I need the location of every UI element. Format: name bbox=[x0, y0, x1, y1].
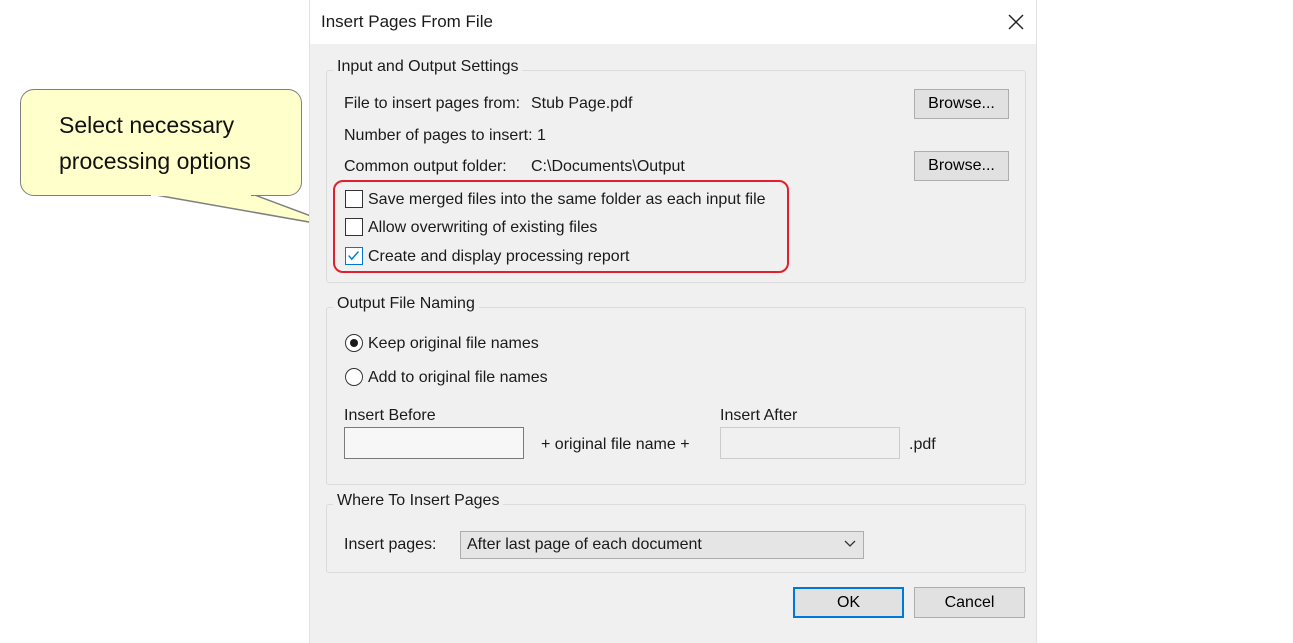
browse-output-button[interactable]: Browse... bbox=[914, 151, 1009, 181]
insert-position-select[interactable]: After last page of each document bbox=[460, 531, 864, 559]
insert-after-field[interactable] bbox=[720, 427, 900, 459]
browse-file-button[interactable]: Browse... bbox=[914, 89, 1009, 119]
chevron-down-icon bbox=[844, 540, 856, 547]
insert-before-field[interactable] bbox=[344, 427, 524, 459]
keep-names-radio[interactable] bbox=[345, 334, 363, 352]
add-names-radio[interactable] bbox=[345, 368, 363, 386]
keep-names-label: Keep original file names bbox=[368, 335, 539, 352]
insert-before-label: Insert Before bbox=[344, 407, 436, 424]
ok-button[interactable]: OK bbox=[793, 587, 904, 618]
insert-position-value: After last page of each document bbox=[467, 536, 702, 553]
output-folder-value: C:\Documents\Output bbox=[531, 158, 685, 175]
insert-after-label: Insert After bbox=[720, 407, 798, 424]
radio-selected-dot bbox=[350, 339, 358, 347]
dialog-title: Insert Pages From File bbox=[321, 12, 493, 31]
file-label: File to insert pages from: bbox=[344, 95, 521, 112]
callout-text: Select necessary processing options bbox=[59, 112, 251, 174]
add-names-label: Add to original file names bbox=[368, 369, 548, 386]
input-output-group-label: Input and Output Settings bbox=[333, 58, 523, 76]
insert-pages-dialog: Insert Pages From File Input and Output … bbox=[310, 0, 1036, 643]
original-name-label: + original file name + bbox=[541, 436, 690, 453]
output-folder-label: Common output folder: bbox=[344, 158, 507, 175]
close-icon[interactable] bbox=[1004, 10, 1028, 34]
callout-balloon: Select necessary processing options bbox=[20, 89, 302, 196]
where-insert-group-label: Where To Insert Pages bbox=[333, 492, 504, 510]
output-naming-group-label: Output File Naming bbox=[333, 295, 479, 313]
file-value: Stub Page.pdf bbox=[531, 95, 633, 112]
title-bar: Insert Pages From File bbox=[310, 0, 1036, 44]
pages-count-label: Number of pages to insert: 1 bbox=[344, 127, 546, 144]
options-highlight bbox=[333, 180, 789, 273]
insert-pages-label: Insert pages: bbox=[344, 536, 437, 553]
cancel-button[interactable]: Cancel bbox=[914, 587, 1025, 618]
pdf-extension-label: .pdf bbox=[909, 436, 936, 453]
